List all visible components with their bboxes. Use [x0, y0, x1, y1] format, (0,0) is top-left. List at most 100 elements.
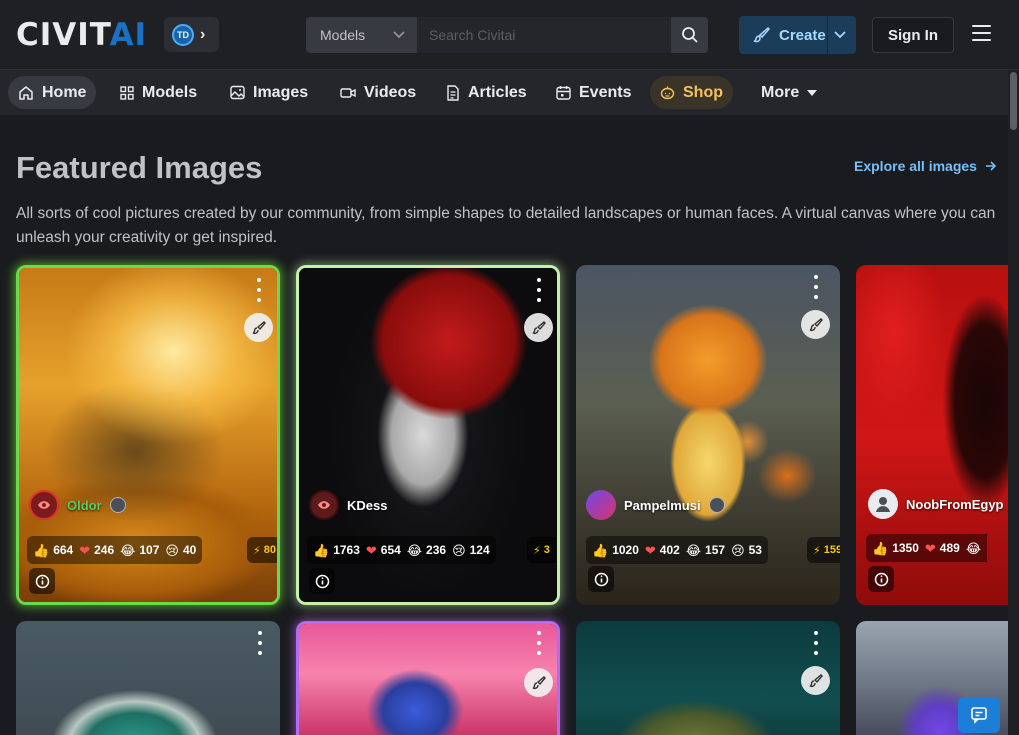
cry-icon: 😢: [165, 542, 179, 558]
file-text-icon: [447, 84, 459, 101]
laugh-icon: 😂: [120, 542, 136, 558]
page-scrollbar[interactable]: [1008, 70, 1019, 735]
nav-item-events[interactable]: Events: [546, 76, 641, 109]
image-card[interactable]: [296, 621, 560, 735]
video-icon: [340, 87, 356, 98]
pumpkin-icon: [660, 86, 675, 100]
grid-icon: [120, 85, 134, 100]
search-icon: [681, 27, 698, 43]
nav-item-images[interactable]: Images: [220, 76, 318, 109]
like-reaction[interactable]: 👍 1350: [872, 541, 919, 555]
nav-item-home[interactable]: Home: [8, 76, 97, 109]
image-card[interactable]: [576, 621, 840, 735]
more-options-icon[interactable]: [256, 631, 264, 655]
buzz-tip[interactable]: ⚡ 159: [807, 537, 840, 563]
explore-all-images-link[interactable]: Explore all images: [854, 158, 997, 174]
avatar[interactable]: [309, 490, 339, 520]
thumbs-up-icon: 👍: [592, 542, 609, 558]
nav-label: Home: [42, 83, 87, 101]
info-button[interactable]: [29, 568, 55, 594]
laugh-reaction[interactable]: 😂: [966, 542, 981, 555]
nav-item-shop[interactable]: Shop: [650, 76, 733, 109]
username: NoobFromEgyp: [906, 496, 1004, 512]
avatar[interactable]: [586, 490, 616, 520]
chevron-down-icon[interactable]: [833, 27, 847, 41]
laugh-reaction[interactable]: 😂 107: [120, 543, 159, 557]
more-options-icon[interactable]: [535, 631, 543, 655]
scrollbar-thumb[interactable]: [1010, 72, 1017, 130]
more-options-icon[interactable]: [255, 278, 263, 302]
create-button[interactable]: Create: [739, 16, 856, 54]
nav-label: Articles: [468, 83, 527, 101]
remix-icon[interactable]: [801, 310, 830, 339]
lightning-icon: ⚡: [533, 544, 541, 557]
image-card[interactable]: KDess 👍 1763 ❤ 654 😂 236 😢 124 ⚡ 3: [296, 265, 560, 605]
username: KDess: [347, 497, 388, 513]
remix-icon[interactable]: [801, 666, 830, 695]
cry-reaction[interactable]: 😢 124: [452, 543, 490, 557]
nav-item-more[interactable]: More: [751, 76, 827, 109]
card-image[interactable]: [299, 624, 557, 735]
heart-reaction[interactable]: ❤ 246: [79, 543, 114, 557]
search-button[interactable]: [671, 17, 708, 53]
more-options-icon[interactable]: [812, 275, 820, 299]
logo-text-ai: AI: [109, 17, 148, 53]
more-options-icon[interactable]: [535, 278, 543, 302]
nav-item-videos[interactable]: Videos: [330, 76, 426, 109]
thumbs-up-icon: 👍: [33, 542, 50, 558]
nav-label: Models: [142, 83, 198, 101]
image-card[interactable]: Oldor 👍 664 ❤ 246 😂 107 😢 40 ⚡ 80: [16, 265, 280, 605]
info-button[interactable]: [588, 566, 614, 592]
sign-in-button[interactable]: Sign In: [872, 17, 954, 53]
avatar[interactable]: [868, 489, 898, 519]
info-icon: [594, 572, 608, 586]
search-type-select[interactable]: Models: [306, 17, 417, 53]
card-user[interactable]: Pampelmusi: [586, 490, 725, 520]
heart-reaction[interactable]: ❤ 654: [366, 543, 401, 557]
card-user[interactable]: KDess: [309, 490, 387, 520]
more-options-icon[interactable]: [812, 631, 820, 655]
remix-icon[interactable]: [524, 668, 553, 697]
reaction-stats: 👍 1020 ❤ 402 😂 157 😢 53: [586, 536, 768, 564]
image-card[interactable]: Pampelmusi 👍 1020 ❤ 402 😂 157 😢 53 ⚡ 159: [576, 265, 840, 605]
card-image[interactable]: [16, 621, 280, 735]
brush-icon: [753, 26, 771, 43]
user-icon: [876, 497, 890, 512]
buzz-tip[interactable]: ⚡ 3: [527, 537, 556, 563]
info-button[interactable]: [868, 566, 894, 592]
avatar[interactable]: [29, 490, 59, 520]
section-description: All sorts of cool pictures created by ou…: [16, 205, 996, 246]
card-user[interactable]: NoobFromEgyp: [868, 489, 1004, 519]
thumbs-up-icon: 👍: [313, 542, 330, 558]
laugh-reaction[interactable]: 😂 236: [407, 543, 446, 557]
heart-icon: ❤: [644, 542, 656, 558]
cry-reaction[interactable]: 😢 40: [165, 543, 196, 557]
heart-reaction[interactable]: ❤ 402: [645, 543, 680, 557]
civitai-logo[interactable]: CIVITAI: [16, 18, 147, 52]
info-button[interactable]: [309, 568, 335, 594]
nav-item-articles[interactable]: Articles: [436, 76, 537, 109]
like-reaction[interactable]: 👍 1763: [313, 543, 360, 557]
remix-icon[interactable]: [244, 313, 273, 342]
like-reaction[interactable]: 👍 664: [33, 543, 73, 557]
main-nav: Home Models Images Videos Articles Event…: [0, 70, 1019, 115]
laugh-reaction[interactable]: 😂 157: [686, 543, 725, 557]
image-card[interactable]: [16, 621, 280, 735]
search-input[interactable]: [417, 17, 671, 53]
chat-support-button[interactable]: [958, 697, 1000, 733]
heart-reaction[interactable]: ❤ 489: [925, 541, 960, 555]
card-user[interactable]: Oldor: [29, 490, 126, 520]
remix-icon[interactable]: [524, 313, 553, 342]
domain-badge: TD: [172, 23, 194, 46]
nav-item-models[interactable]: Models: [110, 76, 207, 109]
cry-reaction[interactable]: 😢 53: [731, 543, 762, 557]
create-divider: [827, 16, 828, 54]
user-badge-icon: [708, 497, 725, 513]
domain-switcher[interactable]: TD ›: [164, 17, 219, 52]
buzz-tip[interactable]: ⚡ 80: [247, 537, 277, 563]
like-reaction[interactable]: 👍 1020: [592, 543, 639, 557]
hamburger-menu-icon[interactable]: [972, 25, 994, 45]
calendar-icon: [556, 86, 571, 100]
nav-label: Images: [253, 83, 309, 101]
image-card[interactable]: NoobFromEgyp 👍 1350 ❤ 489 😂: [856, 265, 1008, 605]
